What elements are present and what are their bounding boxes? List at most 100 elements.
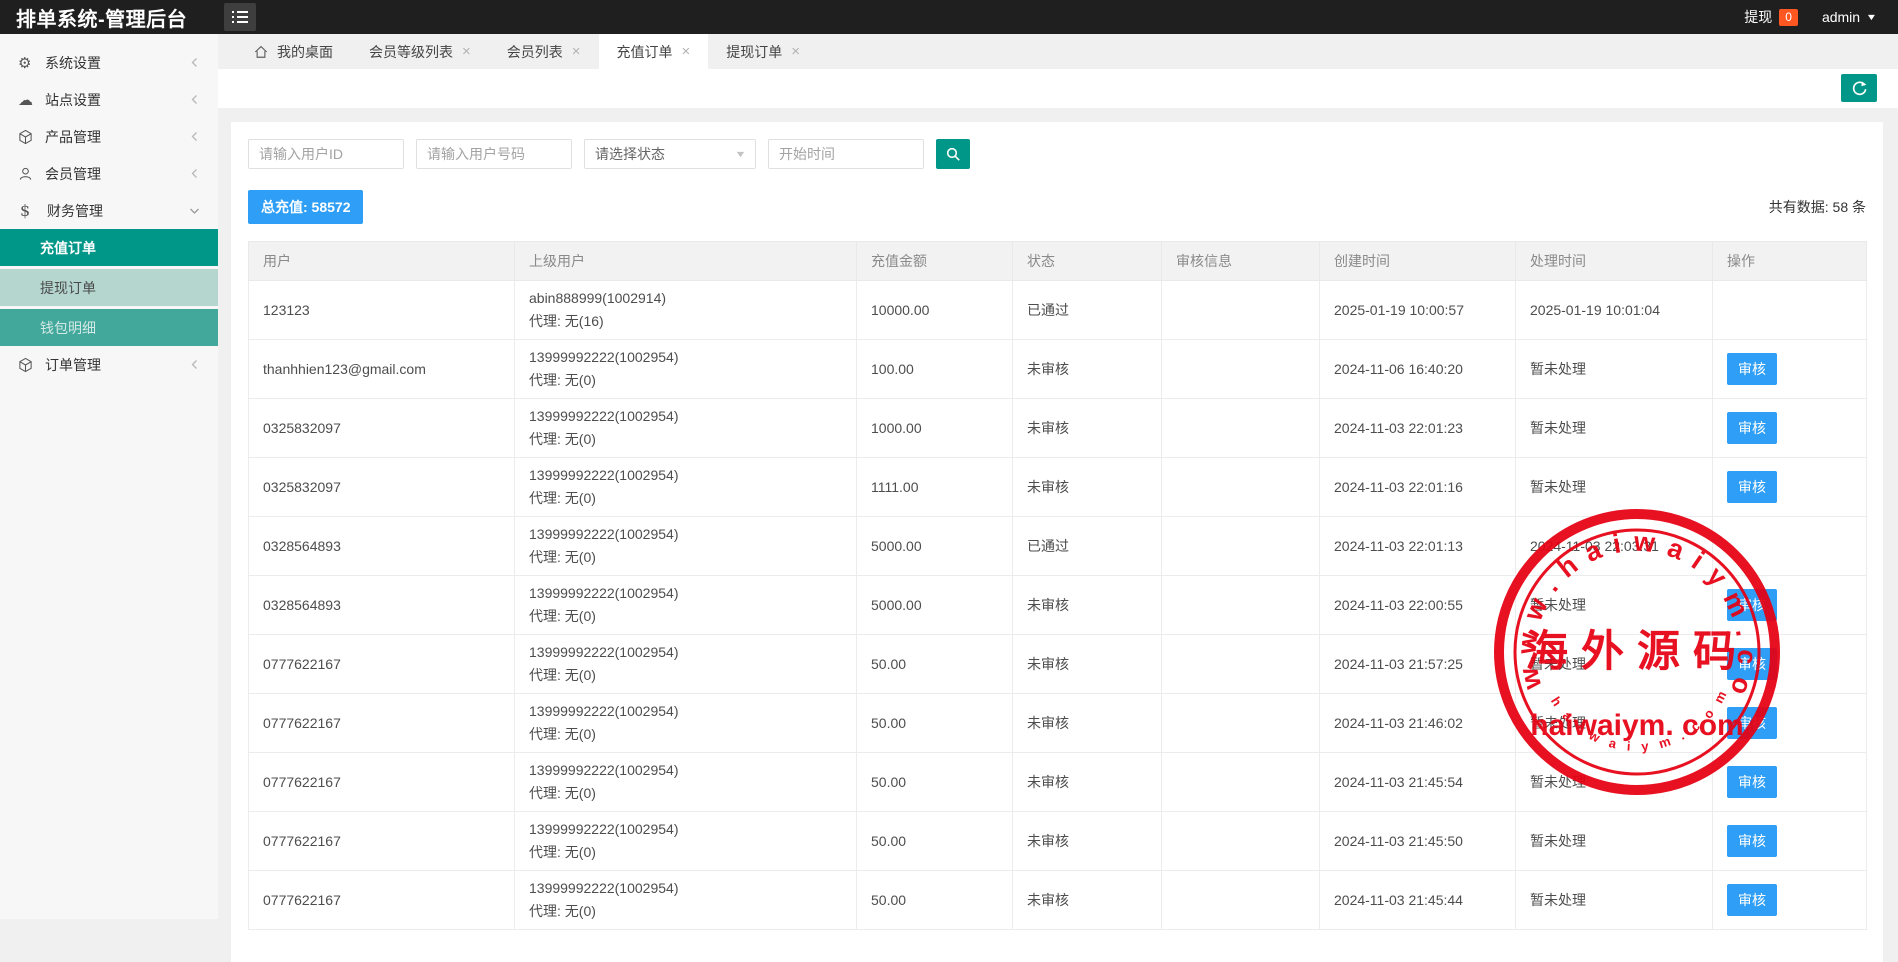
cell-user: 0328564893 <box>249 517 515 576</box>
cell-actions <box>1713 281 1867 340</box>
caret-down-icon: ▼ <box>1866 12 1878 22</box>
cell-user: 0777622167 <box>249 812 515 871</box>
cell-amount: 50.00 <box>857 753 1013 812</box>
tab[interactable]: 会员等级列表 × <box>351 34 489 69</box>
refresh-icon <box>1851 80 1867 96</box>
cell-processed: 暂未处理 <box>1516 871 1713 930</box>
cell-processed: 暂未处理 <box>1516 812 1713 871</box>
filter-row: 请选择状态 ▼ <box>248 139 1866 169</box>
cell-audit-info <box>1162 635 1320 694</box>
sidebar-item-system-settings[interactable]: ⚙ 系统设置 <box>0 44 218 81</box>
sidebar-item-site-settings[interactable]: ☁ 站点设置 <box>0 81 218 118</box>
upline-account: 13999992222(1002954) <box>529 700 842 723</box>
cell-processed: 暂未处理 <box>1516 576 1713 635</box>
cell-upline: 13999992222(1002954) 代理: 无(0) <box>515 753 857 812</box>
cell-actions: 审核 <box>1713 694 1867 753</box>
cell-audit-info <box>1162 340 1320 399</box>
table-row: 0777622167 13999992222(1002954) 代理: 无(0)… <box>249 812 1867 871</box>
sidebar-item-member-management[interactable]: 会员管理 <box>0 155 218 192</box>
cell-upline: 13999992222(1002954) 代理: 无(0) <box>515 399 857 458</box>
cell-status: 未审核 <box>1013 694 1162 753</box>
upline-account: abin888999(1002914) <box>529 287 842 310</box>
cell-processed: 暂未处理 <box>1516 635 1713 694</box>
start-time-input[interactable] <box>768 139 924 169</box>
tab[interactable]: 我的桌面 <box>236 34 351 69</box>
close-icon[interactable]: × <box>682 44 691 59</box>
upline-agent: 代理: 无(0) <box>529 487 842 510</box>
user-menu[interactable]: admin ▼ <box>1822 9 1876 25</box>
audit-button[interactable]: 审核 <box>1727 648 1777 680</box>
sidebar-item-label: 站点设置 <box>45 90 190 110</box>
cell-status: 已通过 <box>1013 281 1162 340</box>
audit-button[interactable]: 审核 <box>1727 884 1777 916</box>
close-icon[interactable]: × <box>572 44 581 59</box>
table-header-row: 用户 上级用户 充值金额 状态 审核信息 创建时间 处理时间 操作 <box>249 242 1867 281</box>
status-select[interactable]: 请选择状态 ▼ <box>584 139 756 169</box>
search-button[interactable] <box>936 139 970 169</box>
cell-created: 2024-11-03 22:00:55 <box>1320 576 1516 635</box>
audit-button[interactable]: 审核 <box>1727 825 1777 857</box>
sidebar-item-finance-management[interactable]: $ 财务管理 <box>0 192 218 229</box>
upline-agent: 代理: 无(0) <box>529 546 842 569</box>
cell-actions: 审核 <box>1713 399 1867 458</box>
sidebar-subitem-label: 充值订单 <box>40 238 96 258</box>
tab-label: 会员等级列表 <box>369 42 453 62</box>
audit-button[interactable]: 审核 <box>1727 471 1777 503</box>
hamburger-icon <box>232 11 248 13</box>
table-row: 0777622167 13999992222(1002954) 代理: 无(0)… <box>249 635 1867 694</box>
upline-account: 13999992222(1002954) <box>529 641 842 664</box>
sidebar-item-order-management[interactable]: 订单管理 <box>0 346 218 383</box>
close-icon[interactable]: × <box>462 44 471 59</box>
tab[interactable]: 充值订单 × <box>599 34 709 69</box>
cell-status: 未审核 <box>1013 753 1162 812</box>
sidebar-item-label: 财务管理 <box>47 201 189 221</box>
cell-audit-info <box>1162 399 1320 458</box>
cell-audit-info <box>1162 871 1320 930</box>
sidebar-subitem-recharge-orders[interactable]: 充值订单 <box>0 229 218 266</box>
sidebar-item-label: 产品管理 <box>45 127 190 147</box>
upline-agent: 代理: 无(0) <box>529 900 842 923</box>
cell-upline: 13999992222(1002954) 代理: 无(0) <box>515 458 857 517</box>
tab[interactable]: 会员列表 × <box>489 34 599 69</box>
audit-button[interactable]: 审核 <box>1727 589 1777 621</box>
table-row: 0328564893 13999992222(1002954) 代理: 无(0)… <box>249 517 1867 576</box>
user-id-input[interactable] <box>248 139 404 169</box>
cell-upline: 13999992222(1002954) 代理: 无(0) <box>515 576 857 635</box>
refresh-button[interactable] <box>1841 74 1877 102</box>
col-header-actions: 操作 <box>1713 242 1867 281</box>
audit-button[interactable]: 审核 <box>1727 766 1777 798</box>
audit-button[interactable]: 审核 <box>1727 707 1777 739</box>
cell-status: 已通过 <box>1013 517 1162 576</box>
dollar-icon: $ <box>18 201 47 220</box>
cell-created: 2024-11-03 22:01:16 <box>1320 458 1516 517</box>
table-row: thanhhien123@gmail.com 13999992222(10029… <box>249 340 1867 399</box>
cell-audit-info <box>1162 576 1320 635</box>
sidebar-subitem-wallet-detail[interactable]: 钱包明细 <box>0 309 218 346</box>
user-number-input[interactable] <box>416 139 572 169</box>
cell-created: 2024-11-03 22:01:13 <box>1320 517 1516 576</box>
sidebar-collapse-button[interactable] <box>224 3 256 31</box>
sidebar-subitem-withdraw-orders[interactable]: 提现订单 <box>0 269 218 306</box>
sidebar-subitem-label: 钱包明细 <box>40 318 96 338</box>
close-icon[interactable]: × <box>791 44 800 59</box>
cell-processed: 暂未处理 <box>1516 753 1713 812</box>
audit-button[interactable]: 审核 <box>1727 412 1777 444</box>
cell-user: thanhhien123@gmail.com <box>249 340 515 399</box>
cell-amount: 5000.00 <box>857 517 1013 576</box>
cell-processed: 暂未处理 <box>1516 399 1713 458</box>
col-header-status: 状态 <box>1013 242 1162 281</box>
cell-amount: 50.00 <box>857 812 1013 871</box>
cell-amount: 100.00 <box>857 340 1013 399</box>
tab[interactable]: 提现订单 × <box>708 34 818 69</box>
cell-upline: 13999992222(1002954) 代理: 无(0) <box>515 812 857 871</box>
cell-amount: 50.00 <box>857 871 1013 930</box>
col-header-amount: 充值金额 <box>857 242 1013 281</box>
cell-upline: 13999992222(1002954) 代理: 无(0) <box>515 635 857 694</box>
cell-actions: 审核 <box>1713 340 1867 399</box>
withdraw-notice[interactable]: 提现 0 <box>1744 7 1798 27</box>
sidebar-item-label: 会员管理 <box>45 164 190 184</box>
audit-button[interactable]: 审核 <box>1727 353 1777 385</box>
cell-status: 未审核 <box>1013 340 1162 399</box>
sidebar-item-product-management[interactable]: 产品管理 <box>0 118 218 155</box>
table-row: 0328564893 13999992222(1002954) 代理: 无(0)… <box>249 576 1867 635</box>
